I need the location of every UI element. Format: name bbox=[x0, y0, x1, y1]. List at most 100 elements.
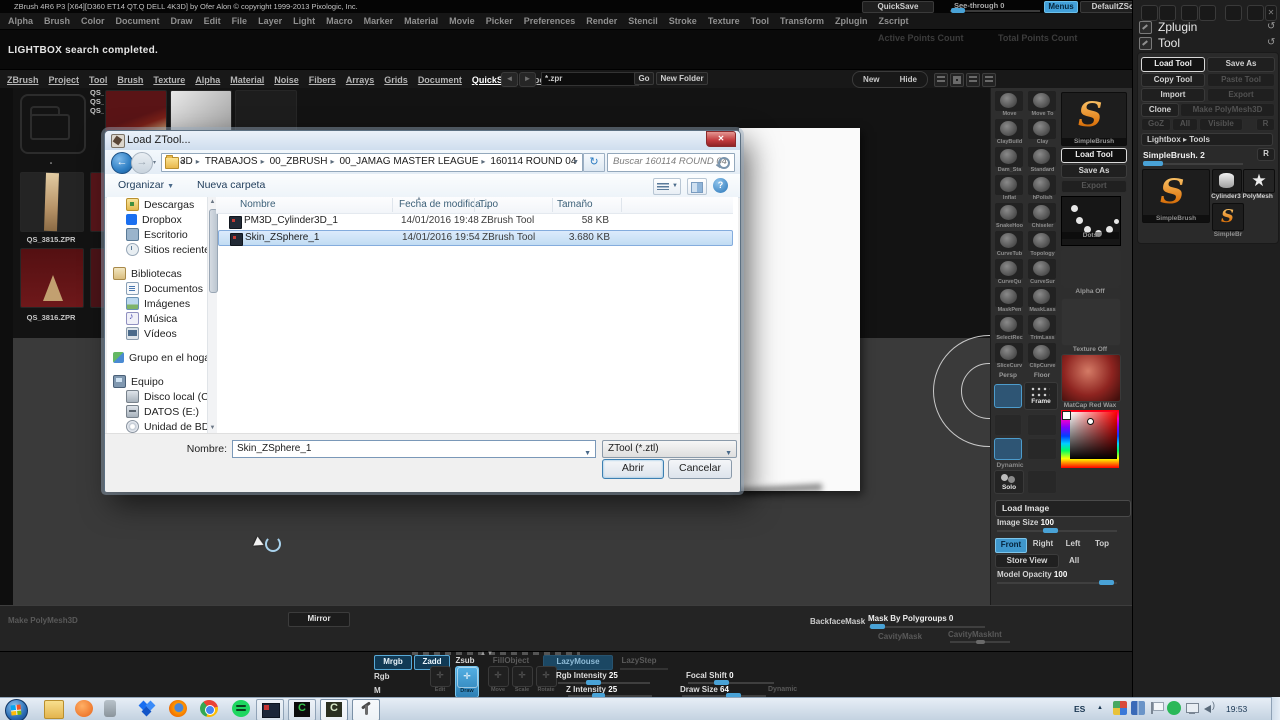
make-polymesh3d-button[interactable]: Make PolyMesh3D bbox=[1180, 103, 1275, 117]
mode-button[interactable]: ✛ Draw bbox=[455, 666, 479, 698]
lightbox-tab[interactable]: Material bbox=[230, 75, 264, 85]
texture-thumbnail[interactable] bbox=[1061, 298, 1121, 346]
menu-item[interactable]: Transform bbox=[780, 16, 824, 26]
menu-item[interactable]: Edit bbox=[204, 16, 221, 26]
lazy-step-slider[interactable]: LazyStep bbox=[617, 655, 661, 668]
tray-app-icon[interactable] bbox=[1113, 701, 1127, 715]
goz-r-button[interactable]: R bbox=[1256, 118, 1275, 131]
forward-button[interactable]: → bbox=[131, 152, 153, 174]
sidebar-item[interactable]: Sitios recientes bbox=[109, 242, 207, 257]
persp-button[interactable]: Persp bbox=[993, 372, 1023, 379]
lightbox-back-icon[interactable]: ◄ bbox=[501, 72, 518, 87]
back-button[interactable]: ← bbox=[111, 152, 133, 174]
mode-button[interactable]: ✛ Scale bbox=[511, 666, 533, 696]
shelf-export-button[interactable]: Export bbox=[1061, 180, 1127, 193]
floor-button[interactable]: Floor bbox=[1027, 372, 1057, 379]
quicksave-button[interactable]: QuickSave bbox=[862, 1, 934, 13]
network-icon[interactable] bbox=[1185, 701, 1199, 715]
menu-item[interactable]: Color bbox=[81, 16, 105, 26]
shelf-toggle[interactable] bbox=[994, 414, 1022, 436]
clone-button[interactable]: Clone bbox=[1141, 103, 1179, 117]
action-center-flag-icon[interactable] bbox=[1149, 701, 1164, 715]
menu-item[interactable]: Draw bbox=[171, 16, 193, 26]
open-button[interactable]: Abrir bbox=[602, 459, 664, 479]
column-size[interactable]: Tamaño bbox=[557, 199, 593, 210]
tool-palette-header[interactable]: Tool bbox=[1139, 36, 1180, 50]
view-button[interactable]: Right bbox=[1029, 538, 1057, 551]
view-button[interactable]: Front bbox=[995, 538, 1027, 553]
brush-slot[interactable]: ClipCurve bbox=[1026, 342, 1059, 370]
breadcrumb-segment[interactable]: 00_JAMAG MASTER LEAGUE bbox=[339, 156, 488, 167]
lightbox-tab[interactable]: Arrays bbox=[346, 75, 375, 85]
mask-by-polygroups-label[interactable]: Mask By Polygroups 0 bbox=[868, 614, 953, 623]
new-button[interactable]: New bbox=[863, 75, 879, 84]
filename-dropdown-icon[interactable]: ▼ bbox=[584, 446, 591, 462]
tray-icon-5[interactable] bbox=[1225, 5, 1242, 21]
menu-item[interactable]: Zscript bbox=[879, 16, 909, 26]
column-name[interactable]: Nombre bbox=[240, 199, 276, 210]
import-button[interactable]: Import bbox=[1141, 88, 1205, 102]
shelf-load-tool-button[interactable]: Load Tool bbox=[1061, 148, 1127, 163]
lightbox-tab[interactable]: Texture bbox=[153, 75, 185, 85]
dropbox-icon[interactable] bbox=[138, 700, 156, 717]
brush-slot[interactable]: Move bbox=[993, 90, 1026, 118]
sidebar-item[interactable]: Unidad de BD-RO bbox=[109, 419, 207, 433]
menu-item[interactable]: Material bbox=[404, 16, 438, 26]
recorder-icon[interactable]: C bbox=[320, 699, 348, 720]
menu-item[interactable]: Stroke bbox=[669, 16, 697, 26]
lightbox-thumbnail-clipped[interactable] bbox=[90, 248, 105, 308]
view-button[interactable]: Top bbox=[1091, 538, 1113, 551]
mask-by-polygroups-slider[interactable] bbox=[869, 626, 985, 628]
address-dropdown-icon[interactable]: ▼ bbox=[572, 159, 579, 166]
zplugin-refresh-icon[interactable]: ↺ bbox=[1267, 21, 1275, 32]
search-box[interactable]: Buscar 160114 ROUND 04 bbox=[607, 153, 735, 172]
menu-item[interactable]: Brush bbox=[44, 16, 70, 26]
views-button[interactable]: ▼ bbox=[653, 178, 681, 195]
shelf-save-as-button[interactable]: Save As bbox=[1061, 164, 1127, 178]
lightbox-tab[interactable]: Brush bbox=[117, 75, 143, 85]
tray-windows-icon[interactable] bbox=[1131, 701, 1145, 715]
column-type[interactable]: Tipo bbox=[479, 199, 498, 210]
menus-button[interactable]: Menus bbox=[1044, 1, 1078, 13]
mode-button[interactable]: ✛ Edit bbox=[429, 666, 451, 696]
address-bar[interactable]: 3DTRABAJOS00_ZBRUSH00_JAMAG MASTER LEAGU… bbox=[161, 153, 583, 172]
shelf-toggle[interactable] bbox=[1027, 470, 1057, 494]
lightbox-tab[interactable]: Project bbox=[49, 75, 80, 85]
export-button[interactable]: Export bbox=[1207, 88, 1275, 102]
thumb-size-medium-icon[interactable] bbox=[950, 73, 964, 87]
brush-slot[interactable]: Topology bbox=[1026, 230, 1059, 258]
shelf-toggle[interactable] bbox=[1027, 414, 1057, 436]
lightbox-thumbnail[interactable] bbox=[20, 172, 84, 232]
model-opacity-handle[interactable] bbox=[1099, 580, 1114, 585]
lightbox-forward-icon[interactable]: ► bbox=[519, 72, 536, 87]
sidebar-item[interactable]: Vídeos bbox=[109, 326, 207, 341]
lightbox-tab[interactable]: Noise bbox=[274, 75, 299, 85]
lightbox-thumbnail-clipped[interactable] bbox=[90, 172, 105, 232]
refresh-button[interactable]: ↻ bbox=[583, 153, 605, 172]
lazy-step-track[interactable] bbox=[620, 668, 668, 670]
cylinder3d-thumbnail[interactable] bbox=[1212, 169, 1242, 193]
brush-slot[interactable]: Chiseler bbox=[1026, 202, 1059, 230]
lightbox-tab[interactable]: Alpha bbox=[195, 75, 220, 85]
backface-mask-button[interactable]: BackfaceMask bbox=[810, 617, 865, 626]
ghost-toggle[interactable] bbox=[994, 438, 1022, 460]
mask-by-polygroups-handle[interactable] bbox=[870, 624, 885, 629]
organize-menu[interactable]: Organizar ▼ bbox=[118, 179, 174, 191]
new-folder-button[interactable]: New Folder bbox=[656, 72, 708, 85]
volume-icon[interactable]: ) bbox=[1203, 700, 1217, 715]
filename-input[interactable]: Skin_ZSphere_1 ▼ bbox=[232, 440, 596, 458]
brush-slot[interactable]: CurveQu bbox=[993, 258, 1026, 286]
load-tool-button[interactable]: Load Tool bbox=[1141, 57, 1205, 72]
brush-slot[interactable]: MaskLass bbox=[1026, 286, 1059, 314]
help-button[interactable]: ? bbox=[713, 178, 728, 193]
new-folder-command[interactable]: Nueva carpeta bbox=[197, 179, 265, 191]
sidebar-item[interactable]: Imágenes bbox=[109, 296, 207, 311]
brush-slot[interactable]: ClayBuild bbox=[993, 118, 1026, 146]
device-icon[interactable] bbox=[104, 700, 116, 717]
brush-slot[interactable]: Inflat bbox=[993, 174, 1026, 202]
tray-icon-4[interactable] bbox=[1199, 5, 1216, 21]
lightbox-tab[interactable]: ZBrush bbox=[7, 75, 39, 85]
history-caret-icon[interactable]: ▾ bbox=[153, 159, 156, 166]
brush-slot[interactable]: Dam_Sta bbox=[993, 146, 1026, 174]
paste-tool-button[interactable]: Paste Tool bbox=[1207, 73, 1275, 87]
